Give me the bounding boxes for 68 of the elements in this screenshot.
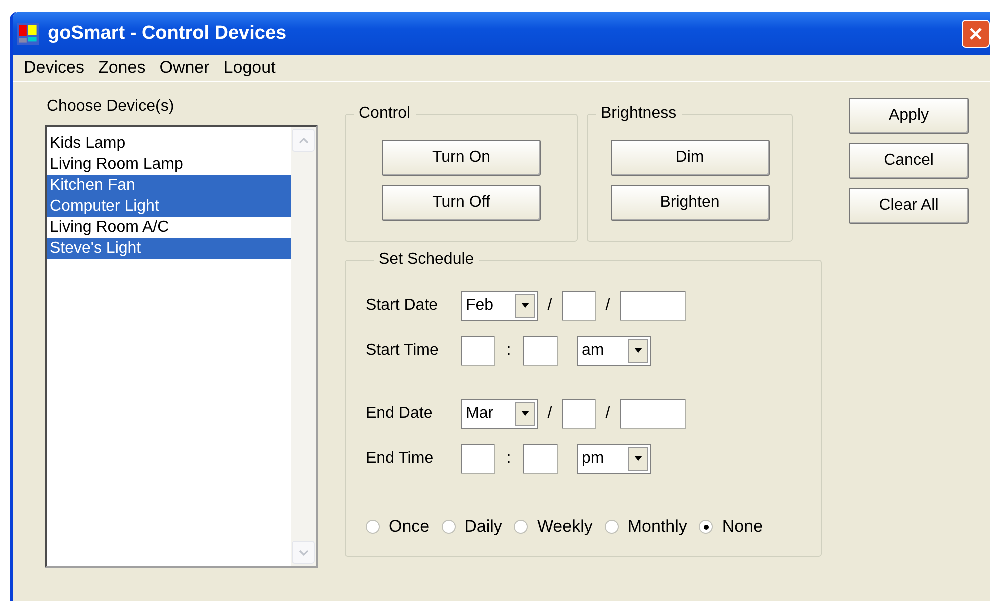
menu-item[interactable]: Owner: [152, 58, 217, 78]
radio-circle[interactable]: [442, 520, 456, 534]
field-label: End Time: [366, 450, 435, 468]
menu-item[interactable]: Zones: [91, 58, 153, 78]
radio-circle[interactable]: [514, 520, 528, 534]
separator-text: /: [546, 296, 554, 314]
separator-text: /: [604, 404, 612, 422]
list-item[interactable]: Kids Lamp: [47, 133, 291, 154]
field-label: Start Time: [366, 342, 440, 360]
field-label: End Date: [366, 404, 434, 422]
hour-field[interactable]: [461, 336, 495, 366]
day-field[interactable]: [562, 398, 596, 428]
year-field[interactable]: [620, 290, 686, 320]
list-item[interactable]: Living Room Lamp: [47, 154, 291, 175]
month-dropdown[interactable]: Mar: [461, 398, 538, 428]
caret-down-icon: [520, 303, 530, 308]
dropdown-arrow-button[interactable]: [515, 294, 535, 318]
radio-option[interactable]: Daily: [442, 517, 502, 537]
radio-circle[interactable]: [604, 520, 619, 534]
radio-circle[interactable]: [699, 520, 714, 534]
minute-field[interactable]: [523, 336, 558, 366]
action-button[interactable]: Dim: [610, 140, 770, 176]
period-dropdown[interactable]: pm: [577, 444, 651, 474]
menu-item[interactable]: Logout: [216, 58, 283, 78]
caret-down-icon: [634, 456, 642, 461]
window-title: goSmart - Control Devices: [48, 22, 287, 44]
action-button[interactable]: Clear All: [849, 188, 969, 224]
radio-circle[interactable]: [366, 520, 380, 534]
close-button[interactable]: [962, 20, 990, 48]
radio-option[interactable]: None: [699, 517, 764, 537]
group-title: Brightness: [600, 105, 678, 123]
action-button[interactable]: Apply: [849, 98, 969, 134]
month-dropdown[interactable]: Feb: [461, 290, 538, 320]
action-button[interactable]: Cancel: [849, 143, 969, 179]
caret-down-icon: [520, 411, 530, 416]
list-item[interactable]: Computer Light: [47, 196, 291, 217]
separator-text: /: [546, 404, 554, 422]
year-field[interactable]: [620, 398, 686, 428]
list-label: Choose Device(s): [46, 98, 176, 117]
radio-option[interactable]: Once: [366, 517, 430, 537]
caret-up-icon: [298, 138, 308, 144]
radio-option[interactable]: Weekly: [514, 517, 593, 537]
dropdown-arrow-button[interactable]: [515, 402, 535, 426]
action-button[interactable]: Turn On: [382, 140, 541, 176]
hour-field[interactable]: [461, 444, 495, 474]
action-button[interactable]: Turn Off: [382, 185, 541, 221]
separator-text: :: [506, 450, 512, 468]
list-item[interactable]: Living Room A/C: [47, 217, 291, 238]
dropdown-arrow-button[interactable]: [628, 446, 648, 470]
separator-text: :: [506, 342, 512, 360]
period-dropdown[interactable]: am: [577, 336, 651, 366]
minute-field[interactable]: [523, 444, 558, 474]
action-button[interactable]: Brighten: [610, 185, 770, 221]
close-icon: [969, 27, 983, 41]
caret-down-icon: [298, 550, 308, 556]
device-list[interactable]: Kids Lamp Living Room Lamp Kitchen Fan Computer Light Living Room A/C Steve's Light: [45, 125, 318, 568]
list-item[interactable]: Steve's Light: [47, 238, 291, 259]
menu-item[interactable]: Devices: [17, 58, 92, 78]
field-label: Start Date: [366, 296, 440, 314]
group-title: Control: [358, 105, 412, 123]
app-icon: [17, 22, 39, 44]
group-title: Set Schedule: [378, 251, 476, 269]
list-item[interactable]: Kitchen Fan: [47, 175, 291, 196]
separator-text: /: [604, 296, 612, 314]
dropdown-arrow-button[interactable]: [628, 338, 648, 362]
day-field[interactable]: [562, 290, 596, 320]
caret-down-icon: [634, 348, 642, 353]
radio-option[interactable]: Monthly: [604, 517, 688, 537]
